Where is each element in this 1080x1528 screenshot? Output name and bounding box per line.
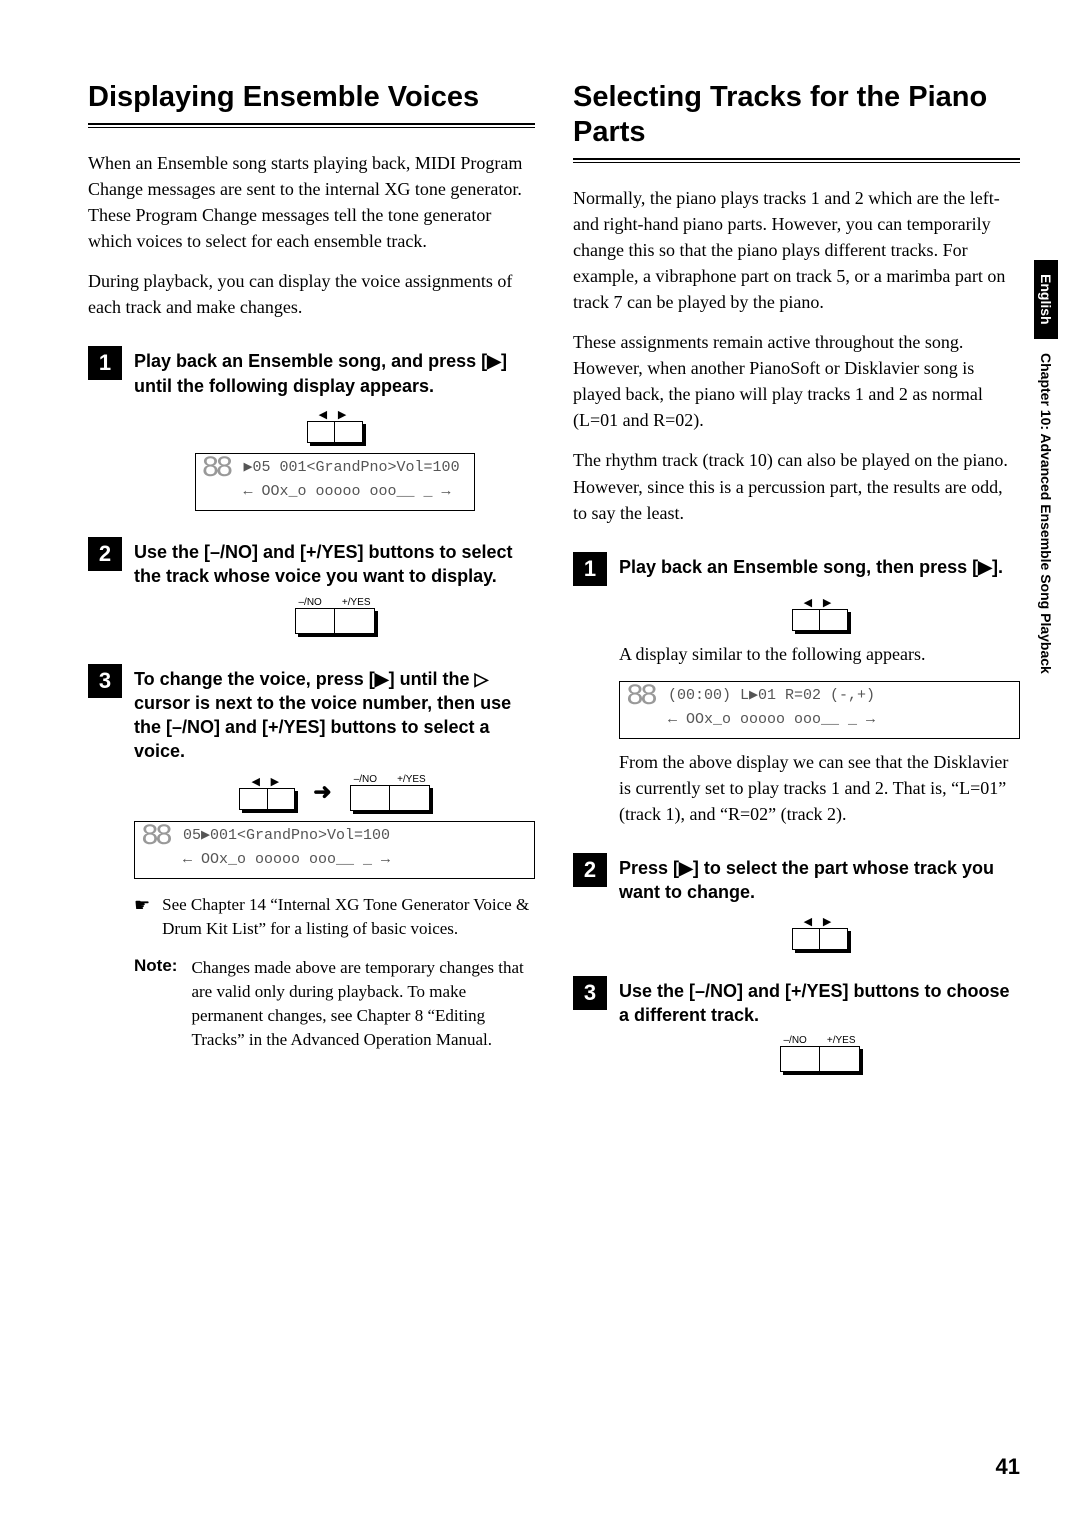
arrow-icons: ◀ ▶ [239,775,295,788]
yes-label: +/YES [342,597,371,608]
no-yes-buttons: –/NO +/YES [350,774,430,811]
lcd-digit-ghost: 88 [141,822,169,852]
step-text: Use the [–/NO] and [+/YES] buttons to se… [134,537,535,589]
arrow-right-icon: ➜ [313,779,331,805]
right-column: Selecting Tracks for the Piano Parts Nor… [573,80,1020,1084]
right-title: Selecting Tracks for the Piano Parts [573,80,1020,150]
step-text: To change the voice, press [▶] until the… [134,664,535,764]
lcd-line-2: ← OOx_o ooooo ooo__ _ → [202,480,468,504]
side-tab: English Chapter 10: Advanced Ensemble So… [1034,260,1058,687]
step-text: Use the [–/NO] and [+/YES] buttons to ch… [619,976,1020,1028]
right-caption-1: A display similar to the following appea… [619,641,1020,667]
lcd-display-right: 88 (00:00) L▶01 R=02 (-,+) ← OOx_o ooooo… [619,681,1020,739]
right-para-3: The rhythm track (track 10) can also be … [573,447,1020,525]
lcd-line-1: 05▶001<GrandPno>Vol=100 [141,824,528,848]
step-number: 3 [573,976,607,1010]
left-step-3: 3 To change the voice, press [▶] until t… [88,664,535,764]
left-column: Displaying Ensemble Voices When an Ensem… [88,80,535,1084]
yes-label: +/YES [397,774,426,785]
arrow-rocker: ◀ ▶ [792,596,848,631]
yes-label: +/YES [827,1035,856,1046]
lcd-digit-ghost: 88 [626,682,654,712]
no-label: –/NO [299,597,322,608]
right-para-2: These assignments remain active througho… [573,329,1020,433]
side-tab-language: English [1034,260,1058,339]
arrow-rocker: ◀ ▶ [307,408,363,443]
page-number: 41 [996,1454,1020,1480]
arrow-icons: ◀ ▶ [307,408,363,421]
lcd-display-1: 88 ▶05 001<GrandPno>Vol=100 ← OOx_o oooo… [195,453,475,511]
lcd-digit-ghost: 88 [202,454,230,484]
left-step-1: 1 Play back an Ensemble song, and press … [88,346,535,398]
right-after-lcd: From the above display we can see that t… [619,749,1020,827]
pointer-icon: ☛ [134,893,150,941]
no-yes-buttons: –/NO +/YES [134,597,535,638]
lcd-line-2: ← OOx_o ooooo ooo__ _ → [141,848,528,872]
reference: ☛ See Chapter 14 “Internal XG Tone Gener… [134,893,535,941]
side-tab-chapter: Chapter 10: Advanced Ensemble Song Playb… [1034,339,1058,688]
arrow-rocker: ◀ ▶ [792,915,848,950]
reference-text: See Chapter 14 “Internal XG Tone Generat… [162,893,535,941]
arrow-icons: ◀ ▶ [792,596,848,609]
right-step-3: 3 Use the [–/NO] and [+/YES] buttons to … [573,976,1020,1028]
step-number: 2 [88,537,122,571]
step-text: Play back an Ensemble song, and press [▶… [134,346,535,398]
no-yes-buttons: –/NO +/YES [619,1035,1020,1076]
left-para-2: During playback, you can display the voi… [88,268,535,320]
main-columns: Displaying Ensemble Voices When an Ensem… [88,80,1020,1084]
step-number: 1 [88,346,122,380]
right-step-1: 1 Play back an Ensemble song, then press… [573,552,1020,586]
step-number: 3 [88,664,122,698]
no-label: –/NO [784,1035,807,1046]
lcd-display-2: 88 05▶001<GrandPno>Vol=100 ← OOx_o ooooo… [134,821,535,879]
step-number: 1 [573,552,607,586]
right-para-1: Normally, the piano plays tracks 1 and 2… [573,185,1020,315]
left-title: Displaying Ensemble Voices [88,80,535,115]
right-step-2: 2 Press [▶] to select the part whose tra… [573,853,1020,905]
step-text: Play back an Ensemble song, then press [… [619,552,1003,586]
note-body: Changes made above are temporary changes… [191,956,535,1051]
step-text: Press [▶] to select the part whose track… [619,853,1020,905]
lcd-line-1: (00:00) L▶01 R=02 (-,+) [626,684,1013,708]
arrow-rocker: ◀ ▶ [239,775,295,810]
lcd-line-1: ▶05 001<GrandPno>Vol=100 [202,456,468,480]
left-step-2: 2 Use the [–/NO] and [+/YES] buttons to … [88,537,535,589]
left-para-1: When an Ensemble song starts playing bac… [88,150,535,254]
title-rule [88,123,535,128]
step-number: 2 [573,853,607,887]
no-label: –/NO [354,774,377,785]
title-rule [573,158,1020,163]
left-step-1-body: ◀ ▶ 88 ▶05 001<GrandPno>Vol=100 ← OOx_o … [88,408,535,511]
arrow-icons: ◀ ▶ [792,915,848,928]
lcd-line-2: ← OOx_o ooooo ooo__ _ → [626,708,1013,732]
note-label: Note: [134,956,177,1051]
note: Note: Changes made above are temporary c… [134,956,535,1051]
